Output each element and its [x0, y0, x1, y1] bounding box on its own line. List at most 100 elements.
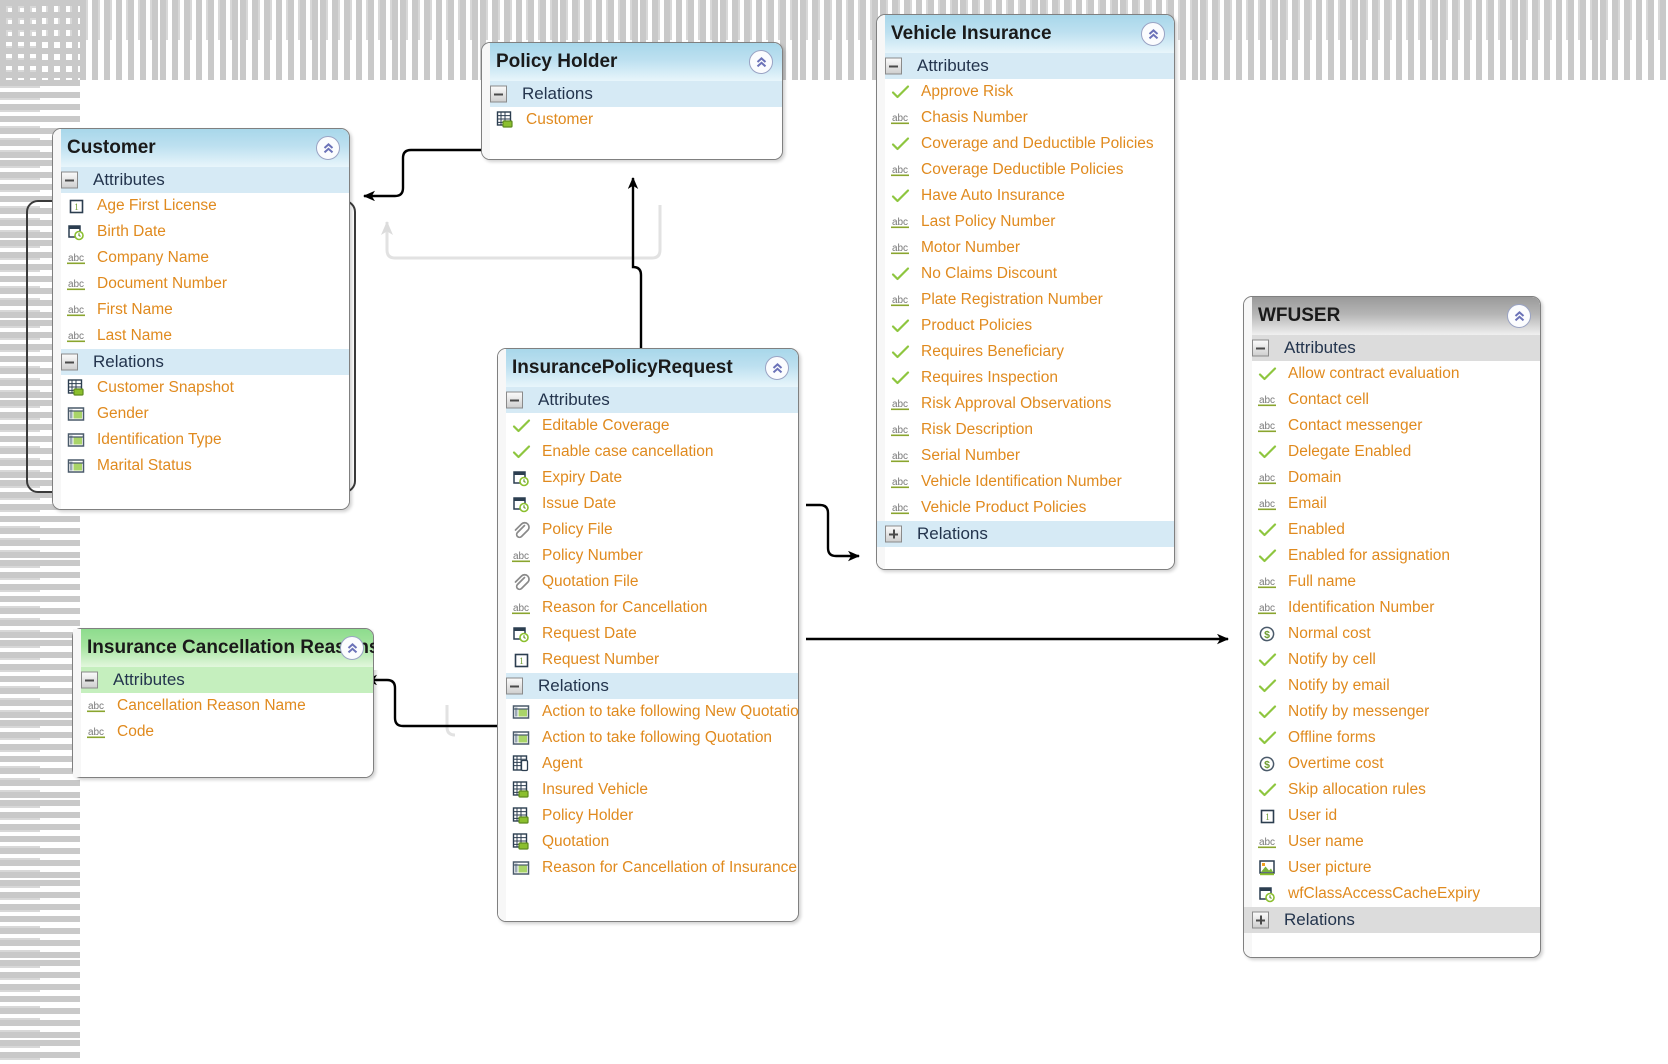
section-header-attributes[interactable]: Attributes [877, 53, 1174, 79]
connector-request-to-cancellation-reason[interactable] [365, 674, 497, 728]
member-row[interactable]: Quotation File [498, 569, 798, 595]
member-row[interactable]: Customer [482, 107, 782, 133]
member-row[interactable]: abc First Name [53, 297, 349, 323]
diagram-canvas[interactable]: Customer Attributes 1 Age First License [0, 0, 1668, 1064]
member-row[interactable]: abc Motor Number [877, 235, 1174, 261]
member-row[interactable]: abc Full name [1244, 569, 1540, 595]
member-row[interactable]: abc Risk Description [877, 417, 1174, 443]
member-row[interactable]: Enable case cancellation [498, 439, 798, 465]
section-header-relations[interactable]: Relations [1244, 907, 1540, 933]
member-row[interactable]: Insured Vehicle [498, 777, 798, 803]
minus-icon[interactable] [1252, 339, 1269, 357]
section-header-attributes[interactable]: Attributes [1244, 335, 1540, 361]
member-row[interactable]: Allow contract evaluation [1244, 361, 1540, 387]
section-header-relations[interactable]: Relations [877, 521, 1174, 547]
member-row[interactable]: Notify by email [1244, 673, 1540, 699]
member-row[interactable]: Offline forms [1244, 725, 1540, 751]
minus-icon[interactable] [490, 85, 507, 103]
entity-vehicle-insurance[interactable]: Vehicle Insurance Attributes Approve Ris… [876, 14, 1175, 570]
member-row[interactable]: $ Overtime cost [1244, 751, 1540, 777]
member-row[interactable]: Request Date [498, 621, 798, 647]
member-row[interactable]: abc Coverage Deductible Policies [877, 157, 1174, 183]
collapse-chevron-icon[interactable] [316, 136, 340, 160]
member-row[interactable]: Notify by cell [1244, 647, 1540, 673]
member-row[interactable]: Identification Type [53, 427, 349, 453]
member-row[interactable]: abc Document Number [53, 271, 349, 297]
member-row[interactable]: abc Chasis Number [877, 105, 1174, 131]
member-row[interactable]: abc Policy Number [498, 543, 798, 569]
member-row[interactable]: abc Last Name [53, 323, 349, 349]
member-row[interactable]: 1 User id [1244, 803, 1540, 829]
member-row[interactable]: abc Identification Number [1244, 595, 1540, 621]
minus-icon[interactable] [81, 671, 98, 689]
entity-policy-holder[interactable]: Policy Holder Relations Customer [481, 42, 783, 160]
member-row[interactable]: Editable Coverage [498, 413, 798, 439]
section-header-relations[interactable]: Relations [498, 673, 798, 699]
minus-icon[interactable] [506, 677, 523, 695]
entity-customer[interactable]: Customer Attributes 1 Age First License [52, 128, 350, 510]
minus-icon[interactable] [885, 57, 902, 75]
member-row[interactable]: abc Serial Number [877, 443, 1174, 469]
connector-request-to-vehicle-insurance[interactable] [806, 503, 860, 562]
member-row[interactable]: Gender [53, 401, 349, 427]
member-row[interactable]: abc Email [1244, 491, 1540, 517]
section-header-relations[interactable]: Relations [53, 349, 349, 375]
member-row[interactable]: abc Plate Registration Number [877, 287, 1174, 313]
member-row[interactable]: abc Cancellation Reason Name [73, 693, 373, 719]
member-row[interactable]: abc Company Name [53, 245, 349, 271]
member-row[interactable]: Product Policies [877, 313, 1174, 339]
member-row[interactable]: abc User name [1244, 829, 1540, 855]
collapse-chevron-icon[interactable] [340, 636, 364, 660]
member-row[interactable]: Birth Date [53, 219, 349, 245]
member-row[interactable]: Notify by messenger [1244, 699, 1540, 725]
minus-icon[interactable] [506, 391, 523, 409]
collapse-chevron-icon[interactable] [1507, 304, 1531, 328]
member-row[interactable]: No Claims Discount [877, 261, 1174, 287]
entity-insurance-cancellation-reason[interactable]: Insurance Cancellation Reasons Attribute… [72, 628, 380, 778]
member-row[interactable]: abc Contact messenger [1244, 413, 1540, 439]
member-row[interactable]: User picture [1244, 855, 1540, 881]
section-header-attributes[interactable]: Attributes [53, 167, 349, 193]
member-row[interactable]: Action to take following New Quotation [498, 699, 798, 725]
member-row[interactable]: wfClassAccessCacheExpiry [1244, 881, 1540, 907]
member-row[interactable]: abc Vehicle Identification Number [877, 469, 1174, 495]
member-row[interactable]: Expiry Date [498, 465, 798, 491]
member-row[interactable]: Agent [498, 751, 798, 777]
section-header-relations[interactable]: Relations [482, 81, 782, 107]
section-header-attributes[interactable]: Attributes [498, 387, 798, 413]
member-row[interactable]: 1 Age First License [53, 193, 349, 219]
member-row[interactable]: Have Auto Insurance [877, 183, 1174, 209]
entity-insurance-policy-request[interactable]: InsurancePolicyRequest Attributes Editab… [497, 348, 799, 922]
member-row[interactable]: Issue Date [498, 491, 798, 517]
member-row[interactable]: abc Code [73, 719, 373, 745]
connector-policy-holder-to-customer[interactable] [363, 148, 481, 202]
section-header-attributes[interactable]: Attributes [73, 667, 373, 693]
member-row[interactable]: Requires Inspection [877, 365, 1174, 391]
entity-wfuser[interactable]: WFUSER Attributes Allow contract evaluat… [1243, 296, 1541, 958]
member-row[interactable]: Customer Snapshot [53, 375, 349, 401]
collapse-chevron-icon[interactable] [1141, 22, 1165, 46]
collapse-chevron-icon[interactable] [749, 50, 773, 74]
plus-icon[interactable] [885, 525, 902, 543]
collapse-chevron-icon[interactable] [765, 356, 789, 380]
member-row[interactable]: abc Contact cell [1244, 387, 1540, 413]
member-row[interactable]: abc Reason for Cancellation [498, 595, 798, 621]
member-row[interactable]: Skip allocation rules [1244, 777, 1540, 803]
member-row[interactable]: abc Vehicle Product Policies [877, 495, 1174, 521]
member-row[interactable]: Approve Risk [877, 79, 1174, 105]
member-row[interactable]: Enabled [1244, 517, 1540, 543]
member-row[interactable]: Policy File [498, 517, 798, 543]
member-row[interactable]: abc Domain [1244, 465, 1540, 491]
member-row[interactable]: abc Risk Approval Observations [877, 391, 1174, 417]
member-row[interactable]: Policy Holder [498, 803, 798, 829]
member-row[interactable]: Requires Beneficiary [877, 339, 1174, 365]
member-row[interactable]: Marital Status [53, 453, 349, 479]
plus-icon[interactable] [1252, 911, 1269, 929]
minus-icon[interactable] [61, 353, 78, 371]
member-row[interactable]: Enabled for assignation [1244, 543, 1540, 569]
member-row[interactable]: abc Last Policy Number [877, 209, 1174, 235]
member-row[interactable]: Action to take following Quotation [498, 725, 798, 751]
member-row[interactable]: Delegate Enabled [1244, 439, 1540, 465]
member-row[interactable]: Coverage and Deductible Policies [877, 131, 1174, 157]
connector-request-to-policy-holder[interactable] [627, 177, 643, 352]
